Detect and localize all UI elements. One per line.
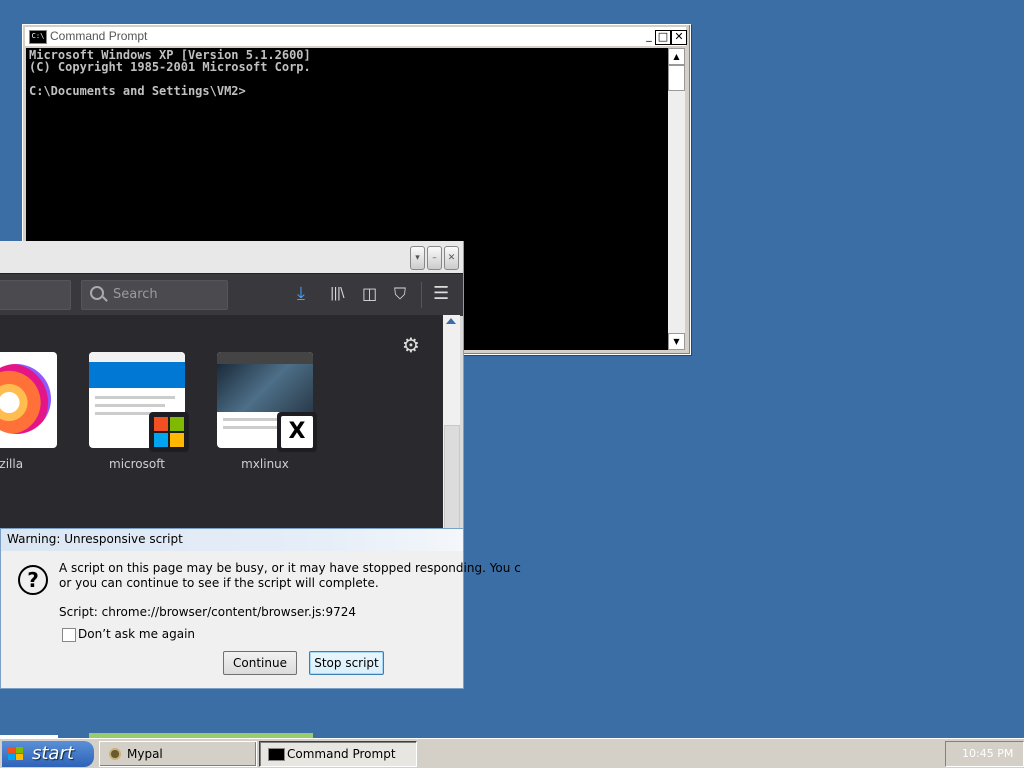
question-icon: ? (18, 565, 48, 595)
top-site-label: microsoft (109, 457, 165, 471)
top-site-label: rt.mozilla (0, 457, 24, 471)
dialog-title: Warning: Unresponsive script (7, 532, 183, 546)
toolbar-separator (421, 282, 422, 308)
ublock-icon[interactable]: ⛉ (394, 284, 406, 304)
gear-icon[interactable]: ⚙ (402, 333, 420, 357)
scroll-up-arrow-icon[interactable] (446, 318, 456, 324)
dialog-message-line: A script on this page may be busy, or it… (59, 561, 521, 575)
dont-ask-label[interactable]: Don’t ask me again (78, 627, 195, 641)
search-icon (90, 286, 104, 300)
cmd-icon: C:\ (29, 30, 47, 44)
browser-title-bar[interactable]: ▾ – ✕ (0, 241, 463, 273)
browser-maximize-button[interactable]: – (427, 246, 442, 270)
search-placeholder: Search (113, 287, 158, 302)
cmd-prompt-line: C:\Documents and Settings\VM2> (29, 84, 246, 98)
cmd-title: Command Prompt (50, 29, 148, 43)
microsoft-logo-icon (149, 412, 189, 452)
windows-flag-icon (8, 747, 24, 761)
url-bar[interactable] (0, 280, 71, 310)
top-site-label: mxlinux (241, 457, 289, 471)
mypal-icon (108, 747, 122, 761)
start-button[interactable]: start (2, 741, 94, 767)
cmd-minimize-button[interactable]: _ (642, 30, 656, 43)
taskbar-item-label: Mypal (127, 747, 163, 761)
mxlinux-logo-icon: X (277, 412, 317, 452)
top-site-tile[interactable] (0, 352, 57, 448)
cmd-vertical-scrollbar[interactable]: ▲ ▼ (668, 48, 685, 350)
search-box[interactable]: Search (81, 280, 228, 310)
taskbar: start Mypal Command Prompt 10:45 PM (0, 738, 1024, 768)
sidebar-icon[interactable]: ◫ (362, 284, 377, 304)
taskbar-item-command-prompt[interactable]: Command Prompt (259, 741, 417, 767)
menu-icon[interactable]: ☰ (433, 284, 449, 304)
firefox-logo-icon (0, 364, 51, 434)
page-thumbnail (89, 362, 185, 388)
cmd-maximize-button[interactable]: □ (655, 30, 671, 45)
scroll-up-arrow-icon[interactable]: ▲ (668, 48, 685, 65)
dialog-message-line: or you can continue to see if the script… (59, 576, 379, 590)
start-label: start (32, 743, 74, 764)
browser-close-button[interactable]: ✕ (444, 246, 459, 270)
dialog-title-bar[interactable]: Warning: Unresponsive script (1, 529, 463, 551)
clock[interactable]: 10:45 PM (962, 747, 1013, 760)
cmd-line: (C) Copyright 1985-2001 Microsoft Corp. (29, 60, 311, 74)
dont-ask-checkbox[interactable] (62, 628, 76, 642)
download-icon[interactable]: ⤓ (297, 284, 305, 304)
scroll-down-arrow-icon[interactable]: ▼ (668, 333, 685, 350)
cmd-icon (268, 748, 285, 761)
browser-toolbar: Search ⤓ |||\ ◫ ⛉ ☰ (0, 273, 463, 316)
stop-script-button[interactable]: Stop script (309, 651, 384, 675)
browser-minimize-button[interactable]: ▾ (410, 246, 425, 270)
dialog-script-path: Script: chrome://browser/content/browser… (59, 605, 357, 619)
cmd-close-button[interactable]: ✕ (671, 30, 687, 45)
unresponsive-script-dialog[interactable]: Warning: Unresponsive script ? A script … (0, 528, 521, 689)
taskbar-item-mypal[interactable]: Mypal (99, 741, 257, 767)
taskbar-item-label: Command Prompt (287, 747, 396, 761)
library-icon[interactable]: |||\ (330, 284, 344, 304)
continue-button[interactable]: Continue (223, 651, 297, 675)
page-thumbnail (217, 364, 313, 412)
scroll-thumb[interactable] (668, 65, 685, 91)
system-tray: 10:45 PM (945, 741, 1024, 767)
cmd-title-bar[interactable]: C:\ Command Prompt _ □ ✕ (25, 27, 687, 46)
